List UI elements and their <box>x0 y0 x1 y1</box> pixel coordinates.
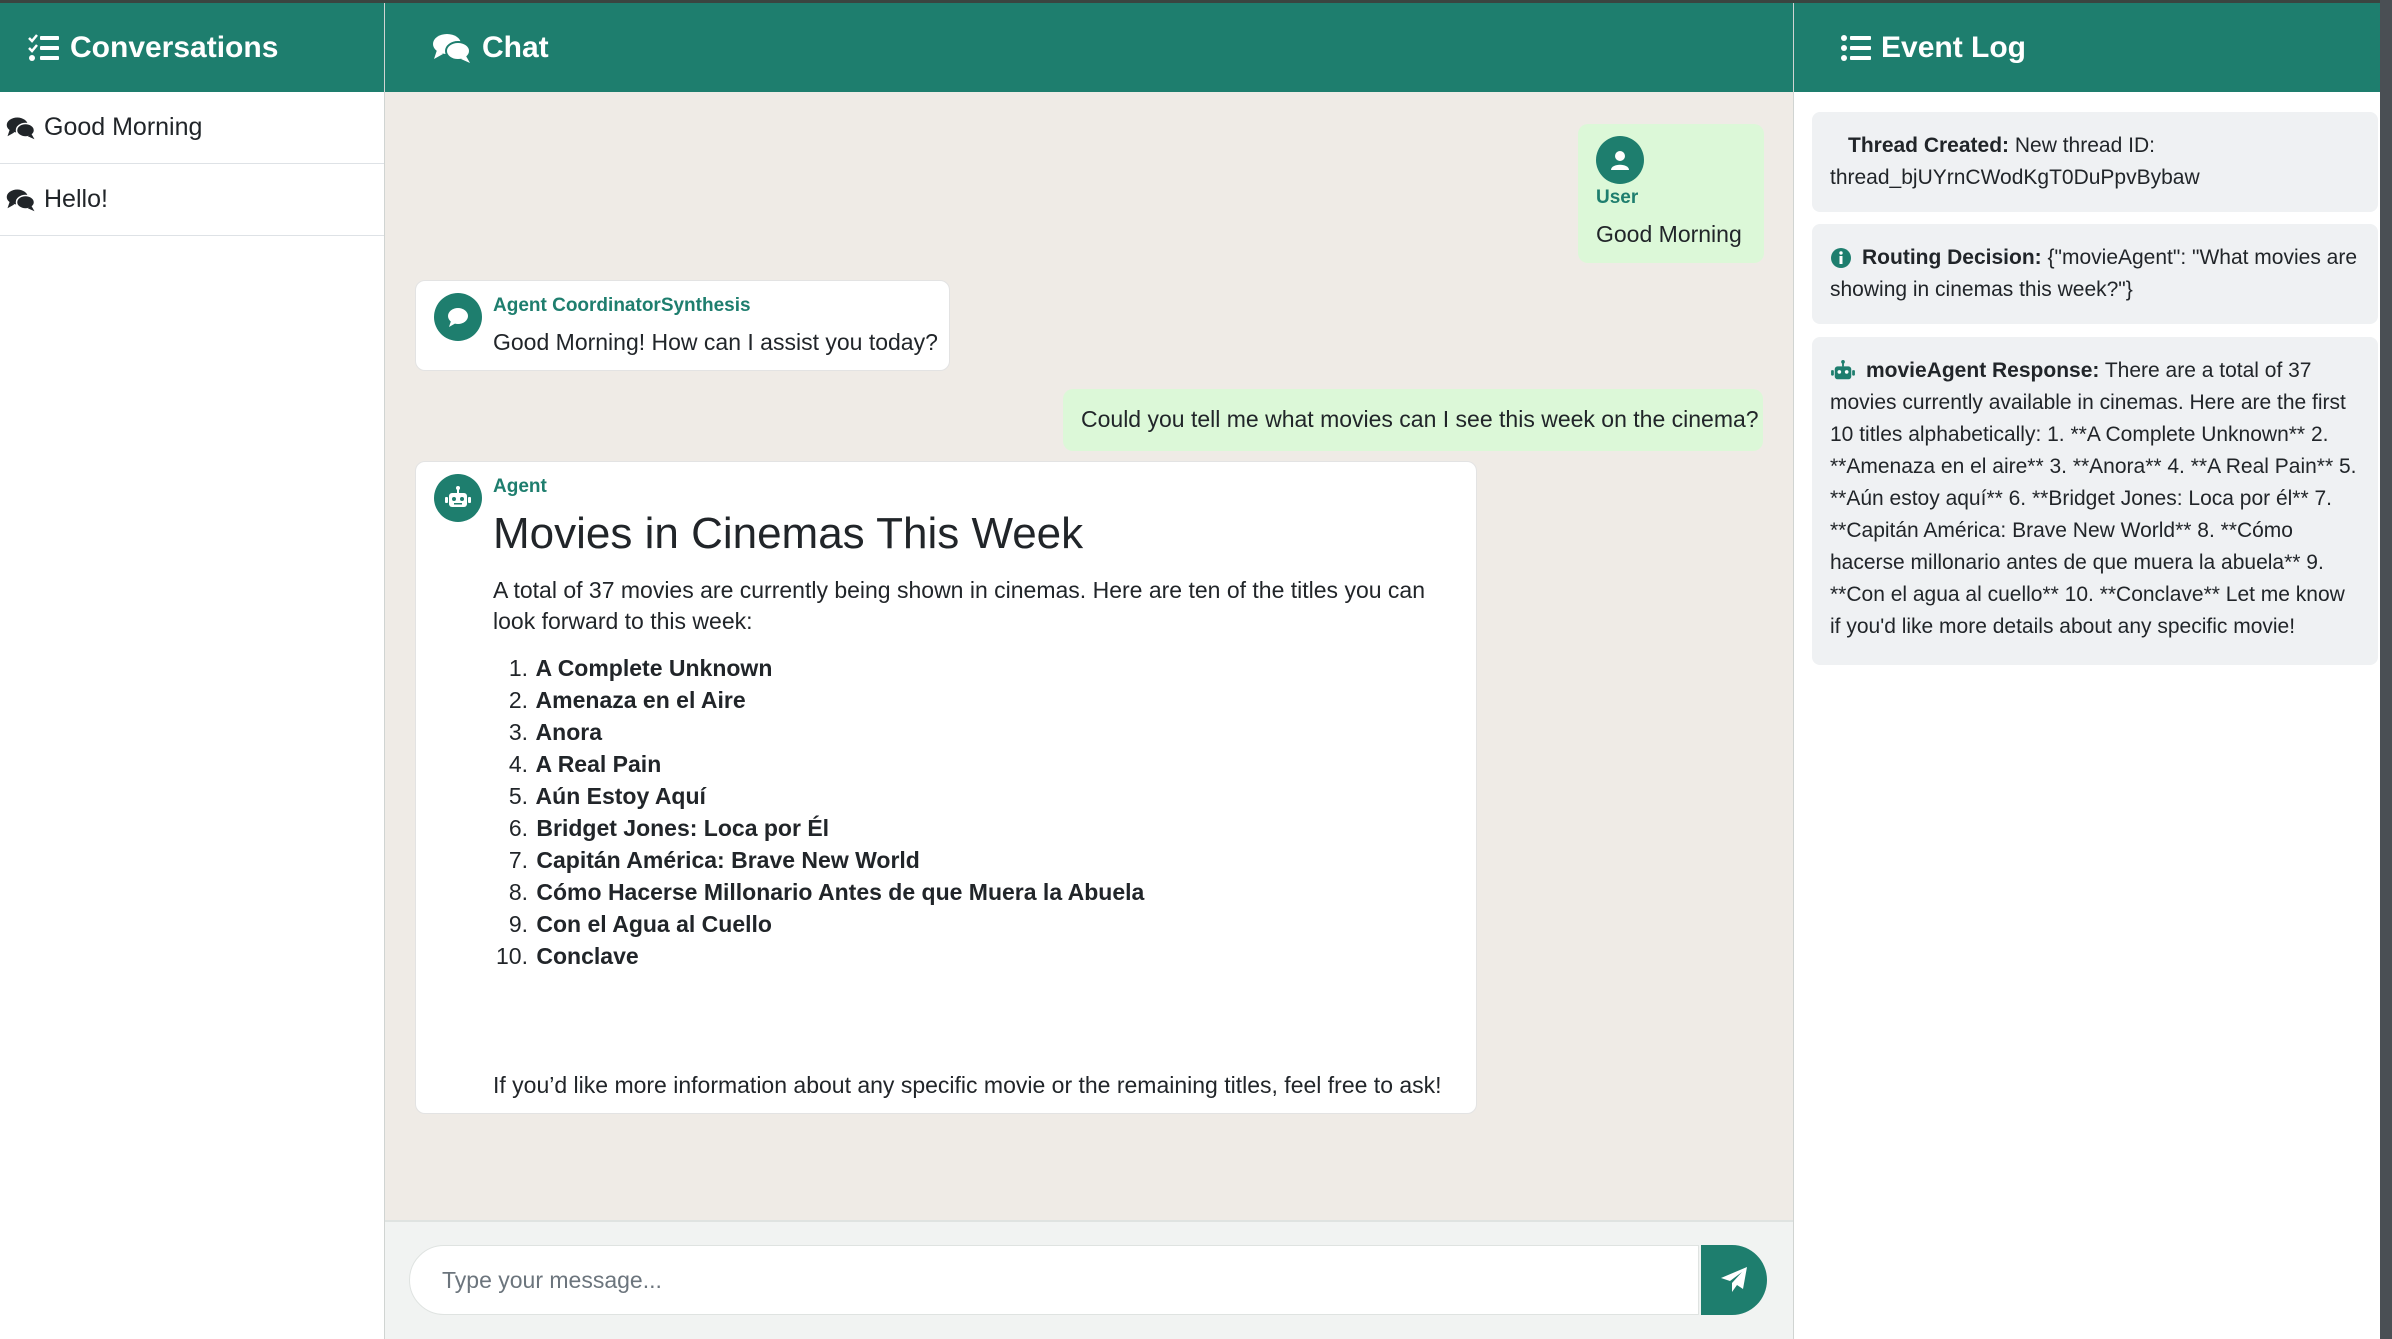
comment-icon <box>448 308 468 327</box>
response-heading: Movies in Cinemas This Week <box>493 509 1084 558</box>
list-item: 8. Cómo Hacerse Millonario Antes de que … <box>493 876 1145 908</box>
movie-title: A Real Pain <box>535 751 662 777</box>
message-input-wrapper <box>409 1245 1699 1315</box>
list-item: 10. Conclave <box>493 940 1144 972</box>
message-composer <box>385 1220 1793 1339</box>
list-number: 10. <box>496 943 528 969</box>
list-item: 7. Capitán América: Brave New World <box>493 844 1144 876</box>
user-message: User Good Morning <box>1578 124 1764 263</box>
movie-title: A Complete Unknown <box>535 655 773 681</box>
response-intro: A total of 37 movies are currently being… <box>493 577 1425 634</box>
conversation-item[interactable]: Hello! <box>0 164 384 236</box>
list-item: 1. A Complete Unknown <box>493 652 1144 684</box>
movie-title: Aún Estoy Aquí <box>535 783 706 809</box>
sender-name: Agent <box>493 476 547 497</box>
conversations-title: Conversations <box>70 30 279 64</box>
comments-icon <box>6 117 36 139</box>
agent-avatar <box>434 293 482 341</box>
response-outro: If you’d like more information about any… <box>493 1072 1442 1098</box>
comments-icon <box>433 33 471 63</box>
list-item: 2. Amenaza en el Aire <box>493 684 1144 716</box>
robot-icon <box>1831 360 1855 380</box>
message-text: Good Morning! How can I assist you today… <box>493 329 938 355</box>
window-edge <box>2380 0 2392 1339</box>
user-avatar <box>1596 136 1644 184</box>
movie-list: 1. A Complete Unknown 2. Amenaza en el A… <box>493 652 1144 972</box>
list-number: 3. <box>508 719 528 745</box>
log-entry-label: Routing Decision: <box>1862 246 2042 269</box>
movie-title: Conclave <box>536 943 639 969</box>
info-icon <box>1831 248 1851 269</box>
list-number: 6. <box>508 815 528 841</box>
agent-avatar <box>434 474 482 522</box>
user-icon <box>1611 151 1629 170</box>
movie-title: Anora <box>535 719 602 745</box>
movie-title: Cómo Hacerse Millonario Antes de que Mue… <box>536 879 1145 905</box>
log-entry: movieAgent Response: There are a total o… <box>1812 337 2378 665</box>
agent-message: Agent CoordinatorSynthesis Good Morning!… <box>415 280 950 371</box>
list-number: 9. <box>508 911 528 937</box>
list-number: 4. <box>508 751 528 777</box>
sender-name: Agent CoordinatorSynthesis <box>493 295 751 316</box>
robot-icon <box>445 486 471 507</box>
list-item: 9. Con el Agua al Cuello <box>493 908 1144 940</box>
message-text: Good Morning <box>1596 221 1742 247</box>
movie-title: Bridget Jones: Loca por Él <box>536 815 830 841</box>
log-entry: Thread Created: New thread ID: thread_bj… <box>1812 112 2378 212</box>
log-entry: Routing Decision: {"movieAgent": "What m… <box>1812 224 2378 324</box>
movie-title: Capitán América: Brave New World <box>536 847 920 873</box>
chat-title: Chat <box>482 30 549 64</box>
conversation-item[interactable]: Good Morning <box>0 92 384 164</box>
list-check-icon <box>28 33 59 61</box>
list-number: 5. <box>508 783 528 809</box>
sender-name: User <box>1596 187 1639 208</box>
list-icon <box>1841 34 1871 61</box>
message-text: Could you tell me what movies can I see … <box>1081 406 1759 432</box>
log-entry-label: Thread Created: <box>1848 134 2010 157</box>
conversations-header: Conversations <box>0 3 384 92</box>
list-item: 5. Aún Estoy Aquí <box>493 780 1144 812</box>
conversation-label: Hello! <box>44 185 108 213</box>
list-number: 2. <box>508 687 528 713</box>
event-log-panel: Thread Created: New thread ID: thread_bj… <box>1794 92 2380 1339</box>
chat-panel: User Good Morning Agent CoordinatorSynth… <box>385 92 1793 1220</box>
list-number: 8. <box>508 879 528 905</box>
list-item: 4. A Real Pain <box>493 748 1144 780</box>
list-number: 1. <box>508 655 528 681</box>
user-message: Could you tell me what movies can I see … <box>1063 389 1763 451</box>
conversations-sidebar: Good Morning Hello! <box>0 92 384 1339</box>
agent-message: Agent Movies in Cinemas This Week A tota… <box>415 461 1477 1114</box>
event-log-header: Event Log <box>1794 3 2380 92</box>
comments-icon <box>6 189 36 211</box>
chat-header: Chat <box>385 3 1793 92</box>
conversation-label: Good Morning <box>44 113 203 141</box>
paper-plane-icon <box>1721 1267 1747 1292</box>
log-entry-label: movieAgent Response: <box>1866 359 2100 382</box>
list-number: 7. <box>508 847 528 873</box>
movie-title: Con el Agua al Cuello <box>536 911 772 937</box>
send-button[interactable] <box>1701 1245 1767 1315</box>
log-entry-text: There are a total of 37 movies currently… <box>1830 359 2357 638</box>
list-item: 6. Bridget Jones: Loca por Él <box>493 812 1144 844</box>
movie-title: Amenaza en el Aire <box>535 687 746 713</box>
list-item: 3. Anora <box>493 716 1144 748</box>
message-input[interactable] <box>440 1265 1698 1295</box>
event-log-title: Event Log <box>1881 30 2027 64</box>
